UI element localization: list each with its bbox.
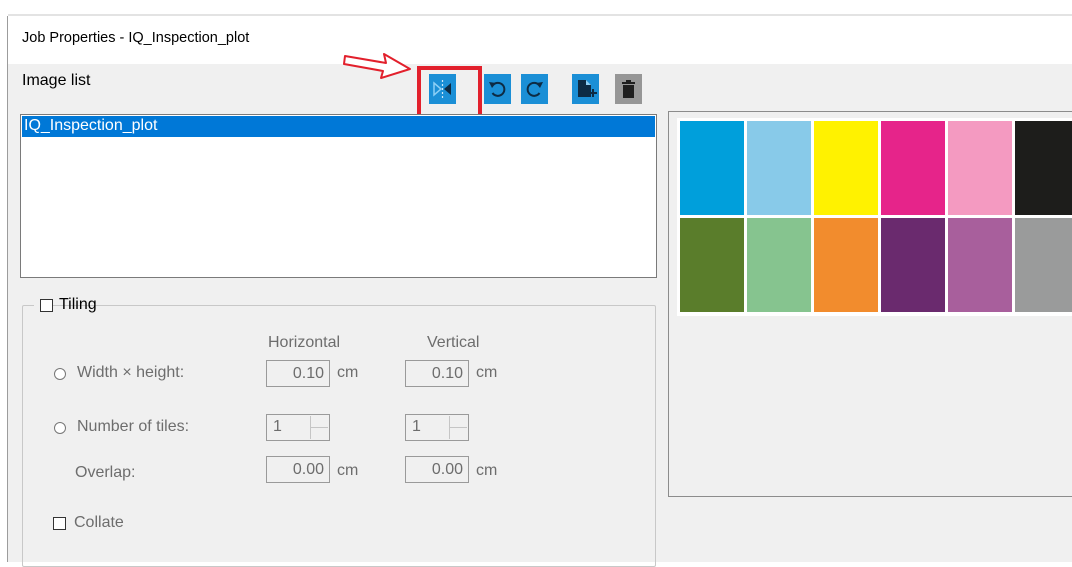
window-title: Job Properties - IQ_Inspection_plot <box>22 30 250 46</box>
tiling-checkbox[interactable] <box>40 299 53 312</box>
color-swatch-grid <box>677 118 1072 316</box>
add-image-button[interactable] <box>572 74 599 104</box>
overlap-vertical-field[interactable]: 0.00 <box>405 456 469 483</box>
overlap-horizontal-unit: cm <box>337 462 359 479</box>
height-vertical-unit: cm <box>476 364 498 381</box>
vertical-header: Vertical <box>427 334 480 351</box>
collate-label: Collate <box>74 514 124 531</box>
color-swatch <box>1015 121 1072 215</box>
color-swatch <box>747 218 811 312</box>
color-swatch <box>948 121 1012 215</box>
color-swatch <box>948 218 1012 312</box>
overlap-horizontal-field[interactable]: 0.00 <box>266 456 330 483</box>
image-list[interactable]: IQ_Inspection_plot <box>20 114 657 278</box>
tiling-legend: Tiling <box>34 296 97 318</box>
color-swatch <box>680 121 744 215</box>
color-swatch <box>881 121 945 215</box>
width-horizontal-field[interactable]: 0.10 <box>266 360 330 387</box>
collate-checkbox[interactable] <box>53 517 66 530</box>
tiles-vertical-spin-icon[interactable] <box>449 416 467 439</box>
color-swatch <box>680 218 744 312</box>
width-height-label: Width × height: <box>77 364 185 381</box>
tiles-horizontal-stepper[interactable]: 1 <box>266 414 330 441</box>
rotate-left-button[interactable] <box>484 74 511 104</box>
height-vertical-field[interactable]: 0.10 <box>405 360 469 387</box>
rotate-left-icon <box>489 81 506 97</box>
color-swatch <box>814 121 878 215</box>
image-list-item[interactable]: IQ_Inspection_plot <box>22 116 655 137</box>
tiles-horizontal-spin-icon[interactable] <box>310 416 328 439</box>
tiles-horizontal-value: 1 <box>273 418 282 435</box>
image-list-label: Image list <box>22 72 91 89</box>
overlap-label: Overlap: <box>75 464 136 481</box>
add-file-icon <box>578 80 597 97</box>
number-of-tiles-label: Number of tiles: <box>77 418 190 435</box>
trash-icon <box>622 80 635 98</box>
color-swatch <box>814 218 878 312</box>
overlap-vertical-unit: cm <box>476 462 498 479</box>
width-horizontal-unit: cm <box>337 364 359 381</box>
horizontal-header: Horizontal <box>268 334 341 351</box>
tiles-vertical-value: 1 <box>412 418 421 435</box>
tiling-label: Tiling <box>59 296 97 313</box>
delete-button[interactable] <box>615 74 642 104</box>
window-border <box>7 16 8 562</box>
tiles-vertical-stepper[interactable]: 1 <box>405 414 469 441</box>
color-swatch <box>747 121 811 215</box>
rotate-right-icon <box>526 81 543 97</box>
width-height-radio[interactable] <box>54 368 66 380</box>
rotate-right-button[interactable] <box>521 74 548 104</box>
annotation-arrow-icon <box>343 53 411 79</box>
number-of-tiles-radio[interactable] <box>54 422 66 434</box>
color-swatch <box>1015 218 1072 312</box>
color-swatch <box>881 218 945 312</box>
